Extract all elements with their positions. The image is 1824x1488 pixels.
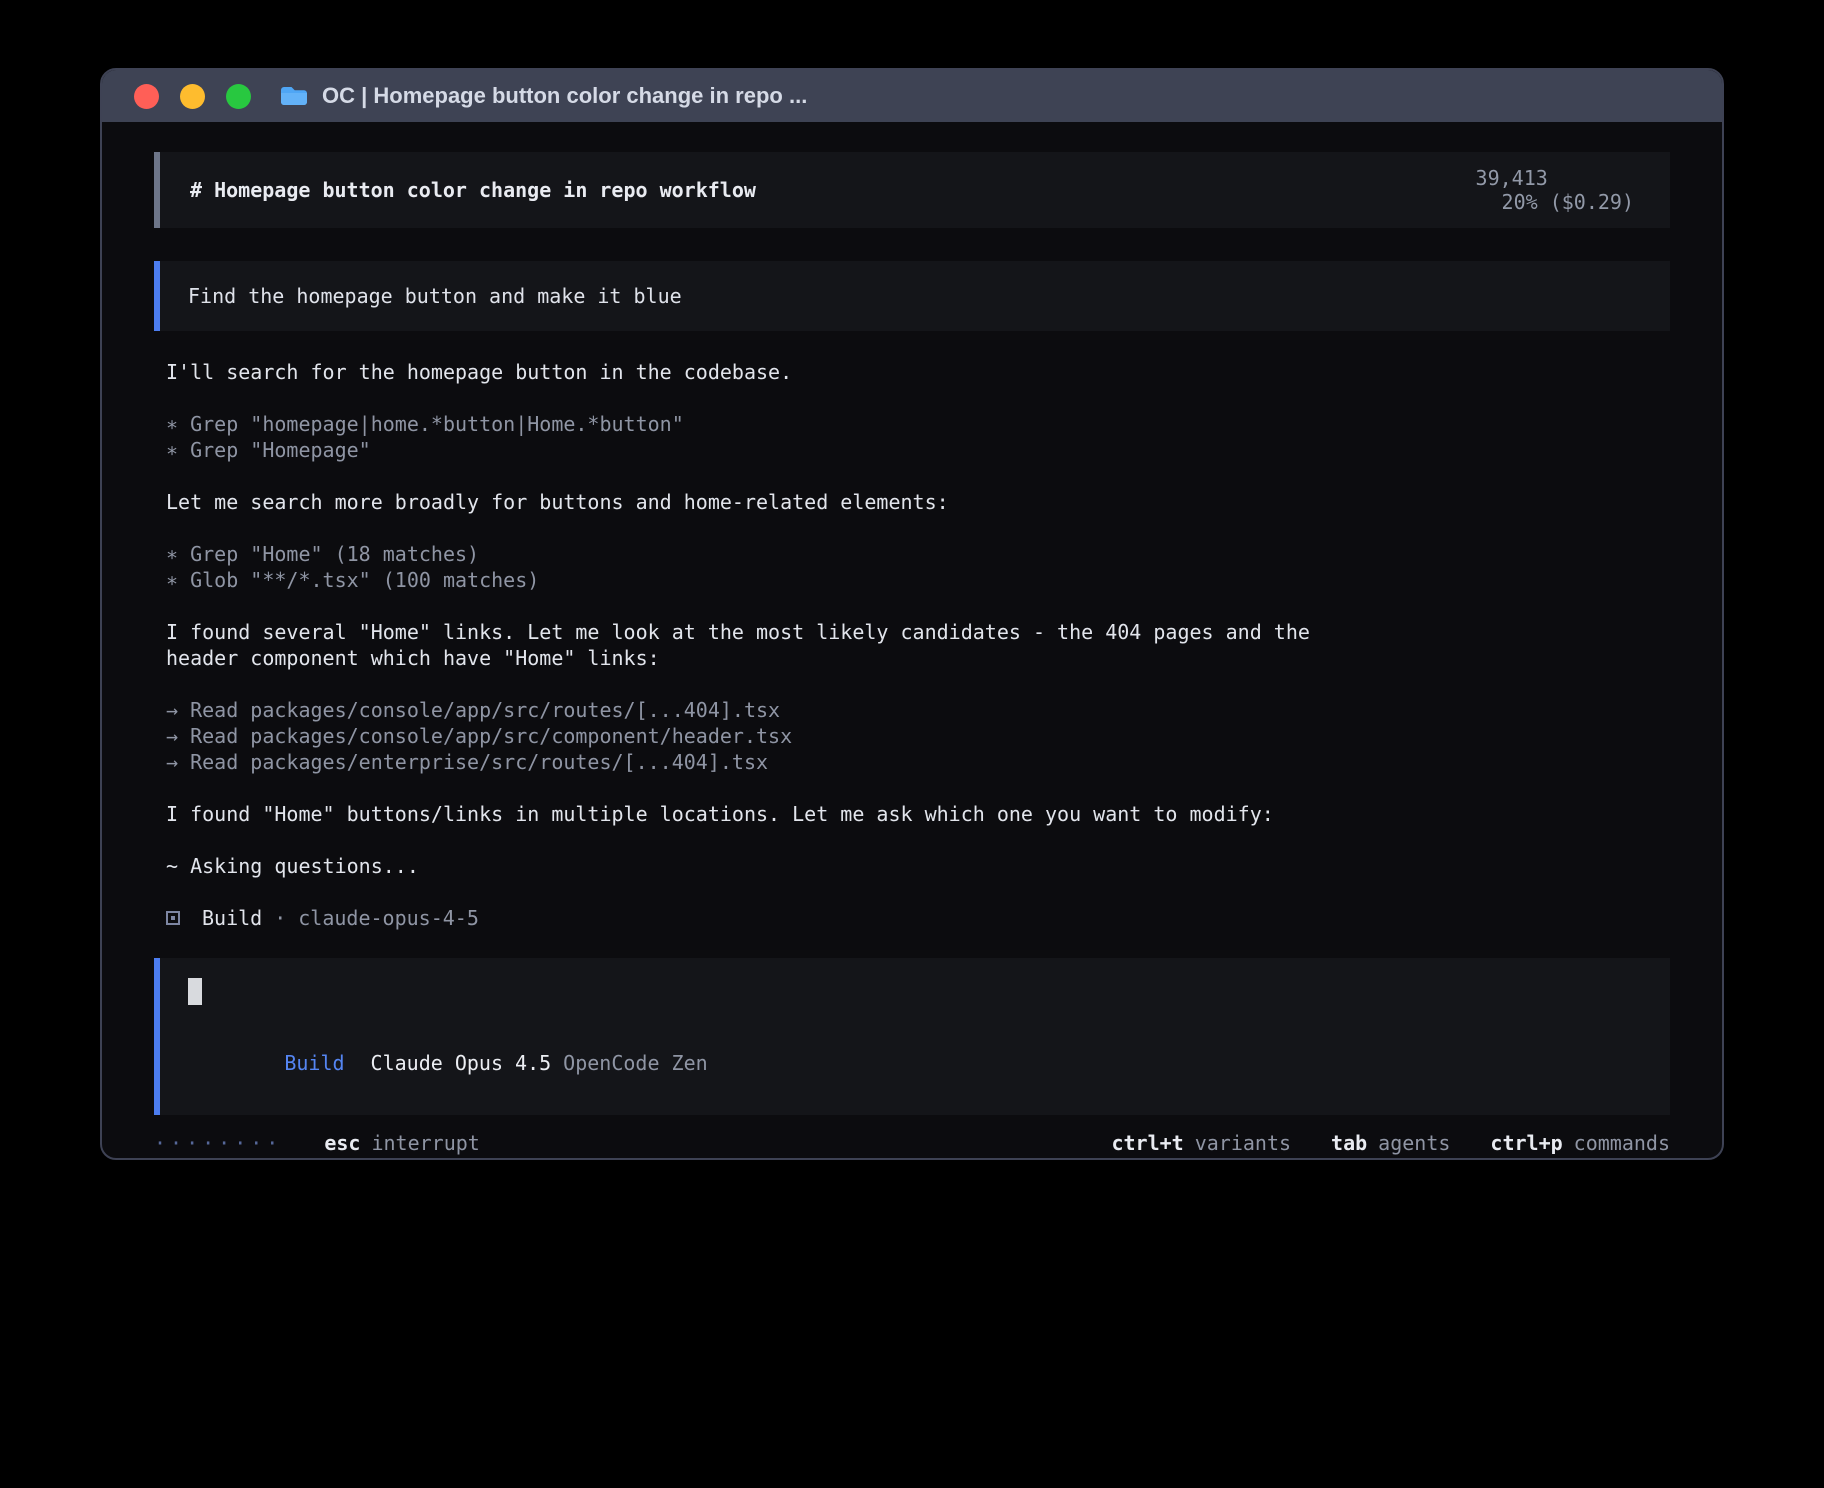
close-button[interactable] [134,84,159,109]
traffic-lights [134,84,251,109]
tool-call-glob-1: ∗ Glob "**/*.tsx" (100 matches) [166,567,1670,593]
tool-call-grep-1: ∗ Grep "homepage|home.*button|Home.*butt… [166,411,1670,437]
assistant-status-asking: ~ Asking questions... [166,853,1670,879]
zoom-button[interactable] [226,84,251,109]
input-provider-label: OpenCode Zen [563,1051,708,1075]
shortcut-commands: ctrl+p commands [1490,1131,1670,1155]
session-title: # Homepage button color change in repo w… [190,178,756,202]
shortcut-label-commands: commands [1574,1131,1670,1155]
spacer [166,775,1670,801]
assistant-text-found: I found several "Home" links. Let me loo… [166,619,1371,671]
input-model-label[interactable]: Claude Opus 4.5 [371,1051,552,1075]
shortcut-agents: tab agents [1331,1131,1450,1155]
progress-dots: ········ [154,1131,282,1155]
shortcut-label-agents: agents [1378,1131,1450,1155]
agent-name: Build [202,905,262,931]
agent-separator: · [274,905,286,931]
titlebar[interactable]: OC | Homepage button color change in rep… [102,70,1722,122]
spacer [166,385,1670,411]
user-message: Find the homepage button and make it blu… [154,261,1670,331]
window-title: OC | Homepage button color change in rep… [322,83,807,109]
input-status-row: Build Claude Opus 4.5 OpenCode Zen [188,1027,1642,1099]
spacer [166,879,1670,905]
spacer [166,515,1670,541]
terminal-window: OC | Homepage button color change in rep… [100,68,1724,1160]
shortcut-key-agents: tab [1331,1131,1367,1155]
agent-badge: Build · claude-opus-4-5 [166,905,1670,931]
input-cursor [188,978,202,1005]
minimize-button[interactable] [180,84,205,109]
assistant-text-ask: I found "Home" buttons/links in multiple… [166,801,1371,827]
window-title-group: OC | Homepage button color change in rep… [279,83,807,109]
status-left: ········ esc interrupt [154,1131,480,1155]
shortcut-key-variants: ctrl+t [1111,1131,1183,1155]
spacer [166,671,1670,697]
terminal-content: # Homepage button color change in repo w… [102,122,1722,1156]
conversation: I'll search for the homepage button in t… [154,359,1670,931]
input-agent-label[interactable]: Build [284,1051,344,1075]
tool-call-grep-2: ∗ Grep "Homepage" [166,437,1670,463]
status-shortcuts: ctrl+t variants tab agents ctrl+p comman… [1111,1131,1670,1155]
spacer [166,827,1670,853]
tool-call-read-2: → Read packages/console/app/src/componen… [166,723,1670,749]
agent-icon [166,911,180,925]
token-count: 39,413 [1476,166,1548,190]
status-bar: ········ esc interrupt ctrl+t variants t… [154,1130,1670,1156]
context-usage: 20% ($0.29) [1502,190,1634,214]
tool-call-grep-3: ∗ Grep "Home" (18 matches) [166,541,1670,567]
session-header: # Homepage button color change in repo w… [154,152,1670,228]
assistant-text-broad: Let me search more broadly for buttons a… [166,489,1371,515]
tool-call-read-1: → Read packages/console/app/src/routes/[… [166,697,1670,723]
spacer [166,463,1670,489]
prompt-input[interactable]: Build Claude Opus 4.5 OpenCode Zen [154,958,1670,1115]
shortcut-label-variants: variants [1195,1131,1291,1155]
interrupt-label: interrupt [371,1131,479,1155]
shortcut-key-commands: ctrl+p [1490,1131,1562,1155]
assistant-text-intro: I'll search for the homepage button in t… [166,359,1371,385]
spacer [166,593,1670,619]
agent-model: claude-opus-4-5 [298,905,479,931]
esc-key: esc [324,1131,360,1155]
session-stats: 39,413 20% ($0.29) [1379,142,1634,238]
shortcut-variants: ctrl+t variants [1111,1131,1291,1155]
tool-call-read-3: → Read packages/enterprise/src/routes/[.… [166,749,1670,775]
user-message-text: Find the homepage button and make it blu… [188,284,682,308]
folder-icon [279,84,309,108]
